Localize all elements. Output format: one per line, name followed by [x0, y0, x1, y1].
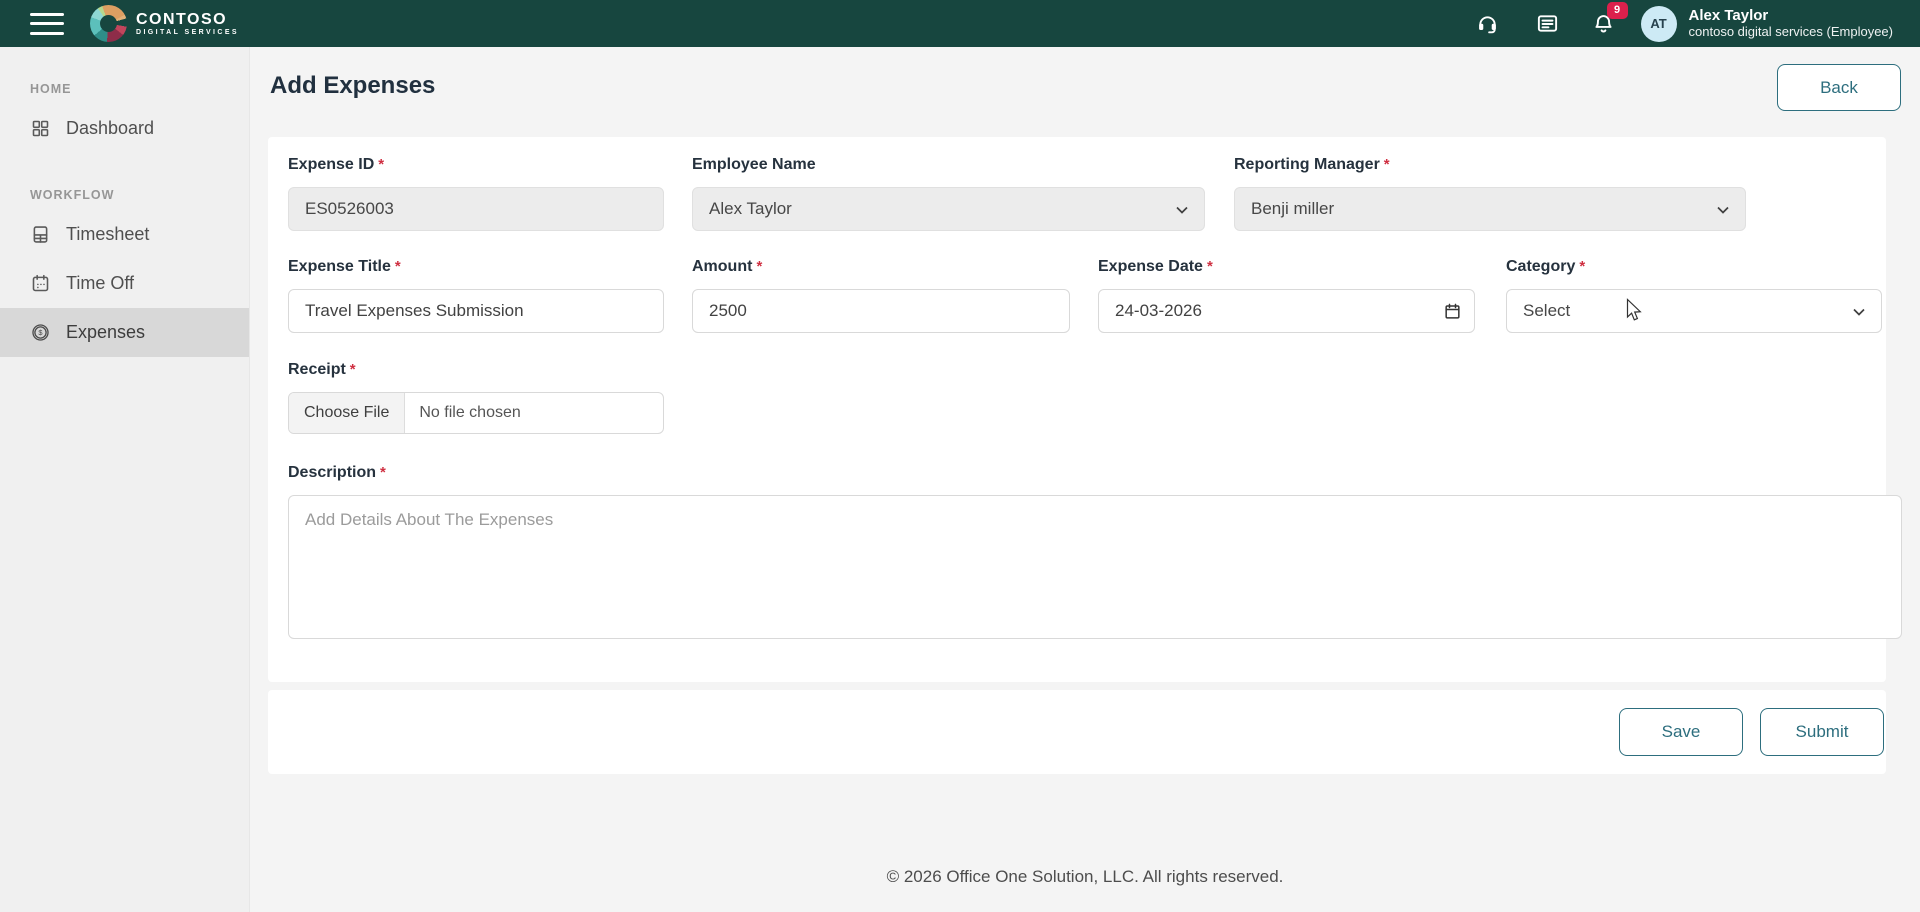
copyright-footer: © 2026 Office One Solution, LLC. All rig… [250, 867, 1920, 887]
hamburger-menu-icon[interactable] [30, 13, 64, 35]
form-actions-card: Save Submit [268, 690, 1886, 774]
sidebar-section-home: HOME [30, 82, 249, 96]
amount-label: Amount* [692, 258, 1070, 276]
description-label: Description* [288, 464, 1902, 482]
sidebar-item-label: Timesheet [66, 224, 149, 245]
employee-name-value: Alex Taylor [709, 199, 792, 219]
required-marker: * [1384, 156, 1390, 173]
required-marker: * [1579, 258, 1585, 275]
back-button[interactable]: Back [1777, 64, 1901, 111]
sidebar-item-timeoff[interactable]: Time Off [0, 259, 249, 308]
expense-form-card: Expense ID* Employee Name Alex Taylor Re… [268, 137, 1886, 682]
expense-title-label: Expense Title* [288, 258, 664, 276]
file-chosen-status: No file chosen [405, 404, 520, 422]
reporting-manager-value: Benji miller [1251, 199, 1334, 219]
employee-name-select[interactable]: Alex Taylor [692, 187, 1205, 231]
sidebar-item-timesheet[interactable]: Timesheet [0, 210, 249, 259]
sidebar: HOME Dashboard WORKFLOW Timesheet Time O… [0, 47, 250, 912]
sidebar-item-label: Time Off [66, 273, 134, 294]
description-textarea[interactable] [288, 495, 1902, 639]
submit-button[interactable]: Submit [1760, 708, 1884, 756]
sidebar-item-expenses[interactable]: $ Expenses [0, 308, 249, 357]
user-name: Alex Taylor [1689, 7, 1893, 24]
sidebar-item-label: Expenses [66, 322, 145, 343]
grid-icon [30, 118, 51, 139]
news-feed-icon[interactable] [1535, 11, 1561, 37]
page-title: Add Expenses [270, 72, 435, 100]
receipt-label: Receipt* [288, 361, 664, 379]
required-marker: * [350, 361, 356, 378]
category-select[interactable]: Select [1506, 289, 1882, 333]
required-marker: * [378, 156, 384, 173]
timesheet-icon [30, 224, 51, 245]
calendar-icon [30, 273, 51, 294]
category-label: Category* [1506, 258, 1882, 276]
expense-date-label: Expense Date* [1098, 258, 1475, 276]
sidebar-item-label: Dashboard [66, 118, 154, 139]
user-menu[interactable]: Alex Taylor contoso digital services (Em… [1689, 7, 1893, 39]
dollar-circle-icon: $ [30, 322, 51, 343]
brand-logo: CONTOSO DIGITAL SERVICES [90, 5, 239, 42]
required-marker: * [395, 258, 401, 275]
main-content: Add Expenses Back Expense ID* Employee N… [250, 47, 1920, 912]
brand-name: CONTOSO [136, 11, 239, 28]
expense-id-input [288, 187, 664, 231]
contoso-logo-icon [90, 5, 127, 42]
amount-input[interactable] [692, 289, 1070, 333]
user-avatar[interactable]: AT [1641, 6, 1677, 42]
required-marker: * [380, 464, 386, 481]
user-org-role: contoso digital services (Employee) [1689, 25, 1893, 40]
brand-tagline: DIGITAL SERVICES [136, 28, 239, 37]
svg-text:$: $ [38, 328, 43, 337]
reporting-manager-select[interactable]: Benji miller [1234, 187, 1746, 231]
required-marker: * [756, 258, 762, 275]
sidebar-item-dashboard[interactable]: Dashboard [0, 104, 249, 153]
chevron-down-icon [1851, 304, 1867, 320]
headset-icon[interactable] [1475, 11, 1501, 37]
save-button[interactable]: Save [1619, 708, 1743, 756]
expense-id-label: Expense ID* [288, 156, 664, 174]
chevron-down-icon [1715, 202, 1731, 218]
choose-file-button[interactable]: Choose File [289, 393, 405, 433]
expense-date-input[interactable] [1098, 289, 1475, 333]
app-header: CONTOSO DIGITAL SERVICES [0, 0, 1920, 47]
expense-title-input[interactable] [288, 289, 664, 333]
employee-name-label: Employee Name [692, 156, 1205, 174]
sidebar-section-workflow: WORKFLOW [30, 188, 249, 202]
notification-count-badge: 9 [1607, 2, 1628, 19]
category-value: Select [1523, 301, 1570, 321]
required-marker: * [1207, 258, 1213, 275]
chevron-down-icon [1174, 202, 1190, 218]
notifications-bell-icon[interactable]: 9 [1591, 11, 1617, 37]
reporting-manager-label: Reporting Manager* [1234, 156, 1746, 174]
receipt-file-input[interactable]: Choose File No file chosen [288, 392, 664, 434]
